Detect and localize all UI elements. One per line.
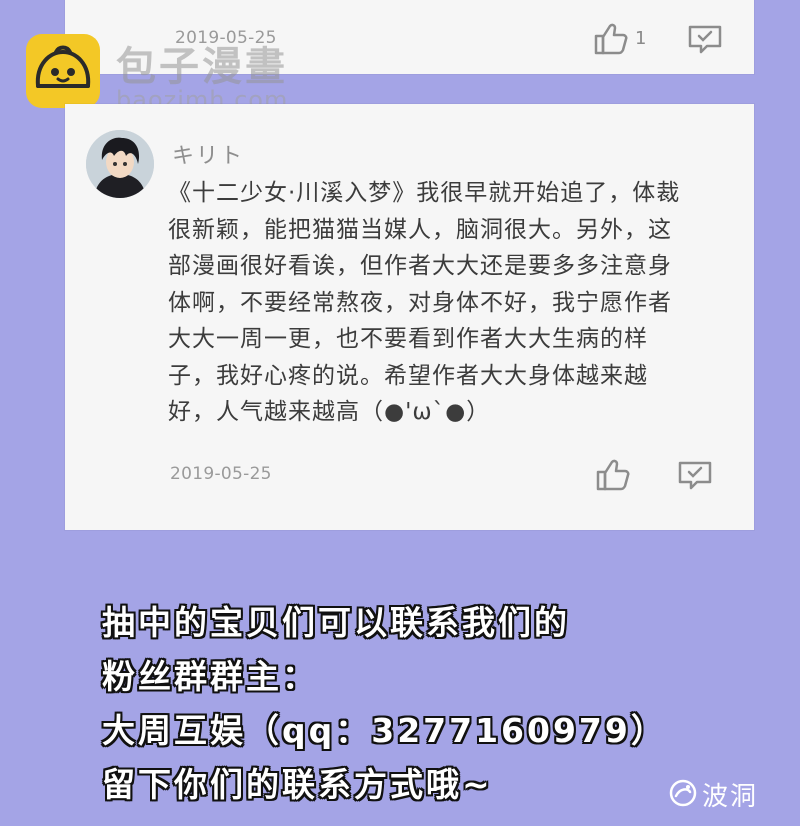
comment-line: 好，人气越来越高（●'ω`●） xyxy=(168,399,491,425)
reply-comment-icon[interactable] xyxy=(677,460,713,496)
bodong-text: 波洞 xyxy=(702,782,759,812)
comment-line: 大大一周一更，也不要看到作者大大生病的样 xyxy=(168,326,648,352)
bodong-logo-icon xyxy=(668,778,698,812)
thumbs-up-icon[interactable] xyxy=(593,22,629,60)
comment-date: 2019-05-25 xyxy=(170,464,272,484)
bun-logo-icon xyxy=(26,34,100,108)
announcement-line: 大周互娱（qq：3277160979） xyxy=(102,711,667,750)
like-count: 1 xyxy=(635,28,647,49)
announcement-line: 抽中的宝贝们可以联系我们的 xyxy=(102,603,570,642)
comment-line: 很新颖，能把猫猫当媒人，脑洞很大。另外，这 xyxy=(168,216,672,243)
logo-title: 包子漫畫 xyxy=(116,44,288,90)
comment-body: 《十二少女·川溪入梦》我很早就开始追了，体裁 很新颖，能把猫猫当媒人，脑洞很大。… xyxy=(168,175,738,431)
bodong-watermark: 波洞 xyxy=(668,776,758,813)
avatar[interactable] xyxy=(86,130,154,198)
comment-line: 《十二少女·川溪入梦》我很早就开始追了，体裁 xyxy=(168,180,681,206)
thumbs-up-icon[interactable] xyxy=(595,458,631,496)
announcement-line: 粉丝群群主： xyxy=(102,657,318,696)
reply-comment-icon[interactable] xyxy=(687,24,723,60)
comment-username[interactable]: キリト xyxy=(172,138,244,170)
comment-line: 部漫画很好看诶，但作者大大还是要多多注意身 xyxy=(168,253,672,279)
comment-line: 体啊，不要经常熬夜，对身体不好，我宁愿作者 xyxy=(168,289,672,316)
comment-line: 子，我好心疼的说。希望作者大大身体越来越 xyxy=(168,362,648,389)
